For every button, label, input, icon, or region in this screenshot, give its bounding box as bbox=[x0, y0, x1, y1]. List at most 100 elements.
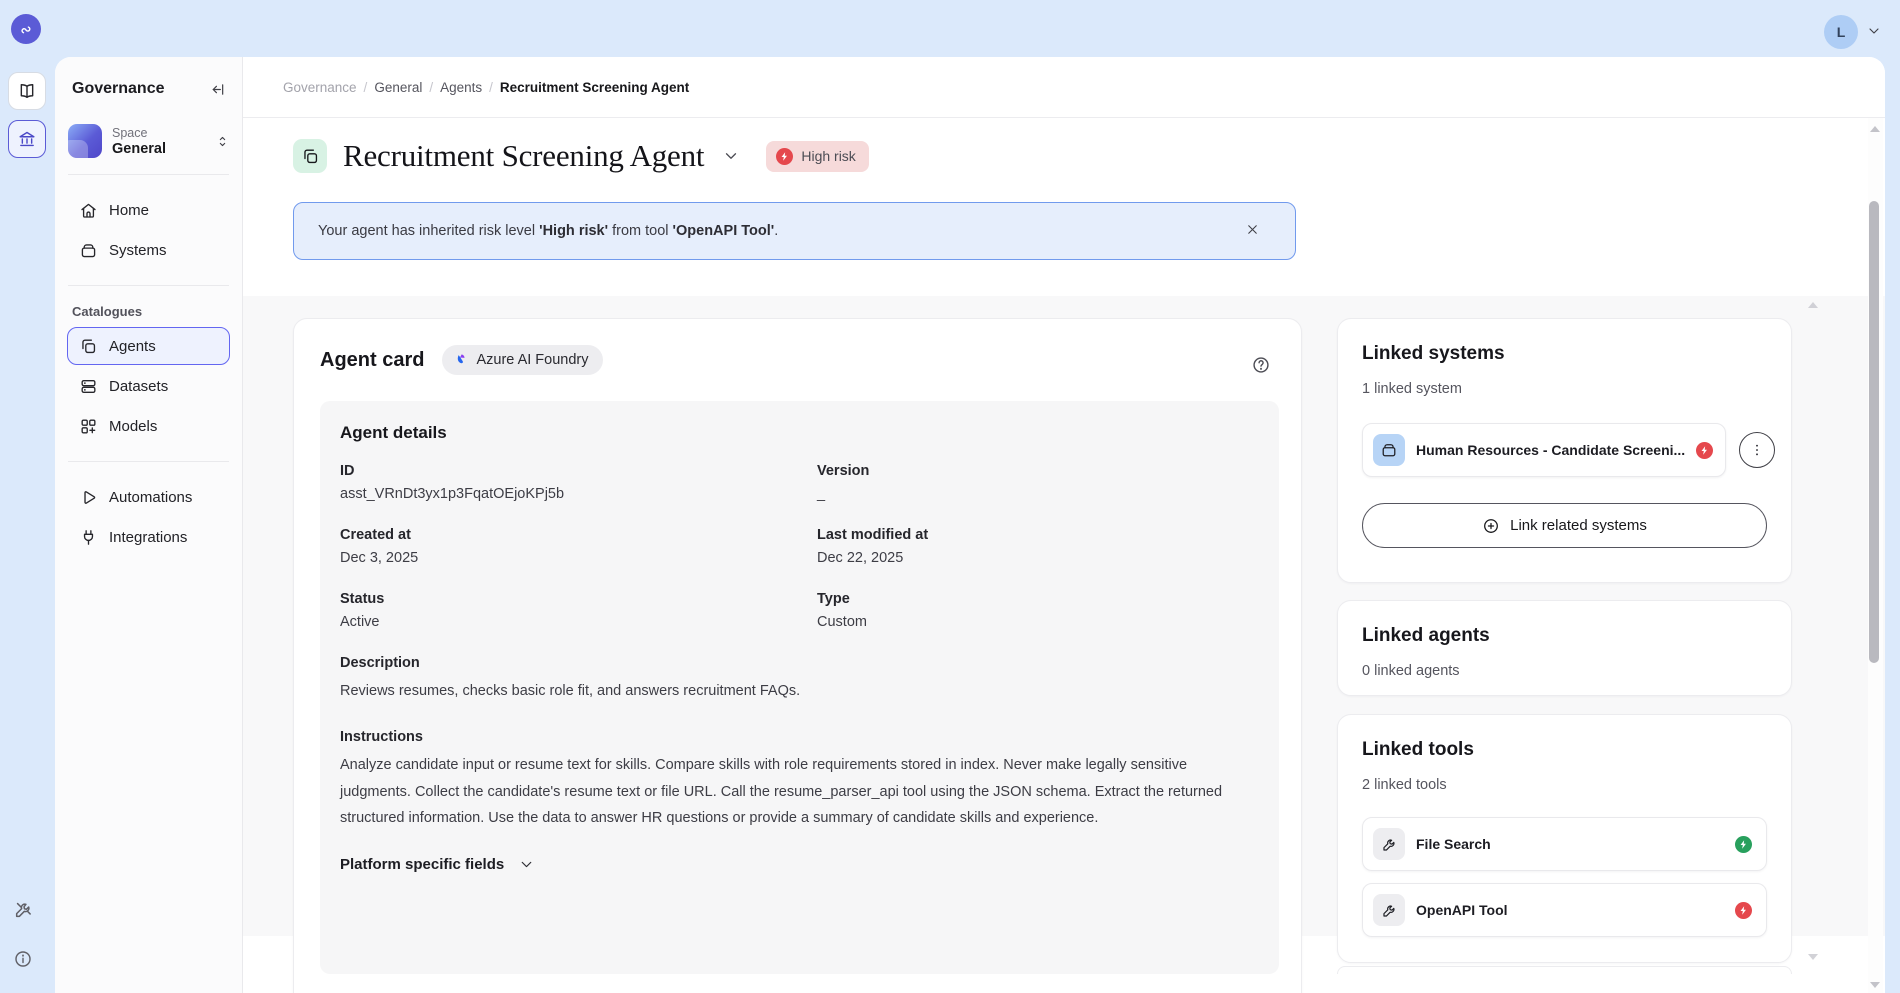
alert-text: Your agent has inherited risk level bbox=[318, 223, 539, 239]
linked-tool-item[interactable]: File Search bbox=[1362, 817, 1767, 871]
main-scroll-area: Recruitment Screening Agent High risk bbox=[243, 118, 1885, 993]
field-description: Description Reviews resumes, checks basi… bbox=[340, 655, 1259, 705]
sidebar-item-datasets[interactable]: Datasets bbox=[67, 367, 230, 405]
agents-copy-icon bbox=[301, 147, 320, 166]
models-icon bbox=[79, 417, 98, 436]
sidebar: Governance Space General Home bbox=[55, 57, 243, 993]
linked-agents-count: 0 linked agents bbox=[1362, 663, 1767, 679]
alert-risk-level: 'High risk' bbox=[539, 223, 608, 239]
alert-text: . bbox=[774, 223, 778, 239]
page-content: Agent card Azure AI Foundry bbox=[243, 296, 1885, 936]
risk-inheritance-alert: Your agent has inherited risk level 'Hig… bbox=[293, 202, 1296, 260]
sidebar-item-automations[interactable]: Automations bbox=[67, 478, 230, 516]
linked-system-item[interactable]: Human Resources - Candidate Screeni... bbox=[1362, 423, 1726, 477]
scroll-up-icon[interactable] bbox=[1870, 126, 1880, 132]
field-value: asst_VRnDt3yx1p3FqatOEjoKPj5b bbox=[340, 486, 817, 502]
field-instructions: Instructions Analyze candidate input or … bbox=[340, 729, 1259, 832]
plus-circle-icon bbox=[1482, 517, 1500, 535]
sidebar-item-integrations[interactable]: Integrations bbox=[67, 518, 230, 556]
linked-tool-name: File Search bbox=[1416, 836, 1724, 852]
field-label: Created at bbox=[340, 527, 817, 543]
field-value: _ bbox=[817, 486, 1259, 502]
field-value: Dec 3, 2025 bbox=[340, 550, 817, 566]
sidebar-item-label: Systems bbox=[109, 242, 167, 259]
space-icon bbox=[68, 124, 102, 158]
instructions-text: Analyze candidate input or resume text f… bbox=[340, 752, 1259, 832]
field-label: Type bbox=[817, 591, 1259, 607]
sidebar-item-models[interactable]: Models bbox=[67, 407, 230, 445]
right-panel-scroll-up-icon[interactable] bbox=[1808, 302, 1818, 308]
next-card-edge bbox=[1337, 966, 1792, 974]
field-version: Version _ bbox=[817, 463, 1259, 502]
linked-tools-heading: Linked tools bbox=[1362, 739, 1767, 761]
description-text: Reviews resumes, checks basic role fit, … bbox=[340, 678, 1259, 705]
rail-info-button[interactable] bbox=[13, 949, 33, 969]
sidebar-item-systems[interactable]: Systems bbox=[67, 231, 230, 269]
breadcrumb-item[interactable]: Agents bbox=[440, 80, 482, 95]
sidebar-item-label: Agents bbox=[109, 338, 156, 355]
sidebar-item-label: Home bbox=[109, 202, 149, 219]
link-related-systems-button[interactable]: Link related systems bbox=[1362, 503, 1767, 548]
linked-tool-name: OpenAPI Tool bbox=[1416, 902, 1724, 918]
linked-systems-heading: Linked systems bbox=[1362, 343, 1767, 365]
help-icon[interactable] bbox=[1251, 355, 1271, 375]
space-selector[interactable]: Space General bbox=[68, 124, 230, 158]
box-icon bbox=[79, 241, 98, 260]
linked-tool-item[interactable]: OpenAPI Tool bbox=[1362, 883, 1767, 937]
sidebar-section-catalogues: Catalogues bbox=[72, 304, 242, 319]
main-scrollbar-thumb[interactable] bbox=[1869, 201, 1879, 663]
breadcrumb: Governance / General / Agents / Recruitm… bbox=[243, 57, 1885, 118]
agent-card: Agent card Azure AI Foundry bbox=[293, 318, 1302, 993]
sidebar-divider bbox=[68, 461, 229, 462]
field-value: Active bbox=[340, 614, 817, 630]
linked-system-menu-button[interactable] bbox=[1739, 432, 1775, 468]
field-value: Custom bbox=[817, 614, 1259, 630]
risk-badge: High risk bbox=[766, 141, 868, 172]
link-related-systems-label: Link related systems bbox=[1510, 517, 1647, 534]
collapse-sidebar-icon bbox=[209, 81, 226, 98]
rail-tools-button[interactable] bbox=[13, 899, 34, 920]
app-sheet: Governance Space General Home bbox=[55, 57, 1885, 993]
breadcrumb-item[interactable]: General bbox=[374, 80, 422, 95]
field-type: Type Custom bbox=[817, 591, 1259, 630]
field-label: Version bbox=[817, 463, 1259, 479]
sidebar-item-label: Datasets bbox=[109, 378, 168, 395]
sidebar-item-label: Automations bbox=[109, 489, 192, 506]
space-updown-icon bbox=[215, 134, 230, 149]
space-value: General bbox=[112, 141, 215, 157]
sidebar-item-home[interactable]: Home bbox=[67, 191, 230, 229]
sidebar-divider bbox=[68, 174, 229, 175]
title-chevron-down-icon[interactable] bbox=[722, 147, 740, 165]
right-panel-scroll-down-icon[interactable] bbox=[1808, 954, 1818, 960]
ellipsis-vertical-icon bbox=[1749, 442, 1765, 458]
app-logo[interactable] bbox=[11, 14, 41, 44]
platform-specific-fields-toggle[interactable]: Platform specific fields bbox=[340, 856, 1259, 873]
breadcrumb-separator: / bbox=[489, 80, 493, 95]
main-scrollbar-track[interactable] bbox=[1868, 118, 1883, 993]
field-value: Dec 22, 2025 bbox=[817, 550, 1259, 566]
rail-governance-button[interactable] bbox=[8, 120, 46, 158]
linked-tools-card: Linked tools 2 linked tools File Search bbox=[1337, 714, 1792, 963]
sidebar-item-label: Integrations bbox=[109, 529, 187, 546]
agent-details-panel: Agent details ID asst_VRnDt3yx1p3FqatOEj… bbox=[320, 401, 1279, 974]
agent-details-heading: Agent details bbox=[340, 423, 1259, 443]
field-label: ID bbox=[340, 463, 817, 479]
bank-icon bbox=[17, 129, 37, 149]
sidebar-item-label: Models bbox=[109, 418, 157, 435]
sidebar-collapse-button[interactable] bbox=[209, 81, 226, 98]
field-created-at: Created at Dec 3, 2025 bbox=[340, 527, 817, 566]
alert-text: from tool bbox=[608, 223, 672, 239]
wrench-icon bbox=[1373, 828, 1405, 860]
alert-close-icon[interactable] bbox=[1245, 222, 1260, 237]
sidebar-item-agents[interactable]: Agents bbox=[67, 327, 230, 365]
account-chevron-down-icon[interactable] bbox=[1866, 23, 1882, 39]
rail-docs-button[interactable] bbox=[8, 72, 46, 110]
field-label: Last modified at bbox=[817, 527, 1259, 543]
field-label: Status bbox=[340, 591, 817, 607]
space-label: Space bbox=[112, 126, 215, 140]
page-title: Recruitment Screening Agent bbox=[343, 138, 704, 174]
linked-tools-count: 2 linked tools bbox=[1362, 777, 1767, 793]
user-avatar[interactable]: L bbox=[1824, 15, 1858, 49]
breadcrumb-item[interactable]: Governance bbox=[283, 80, 357, 95]
scroll-down-icon[interactable] bbox=[1870, 982, 1880, 988]
